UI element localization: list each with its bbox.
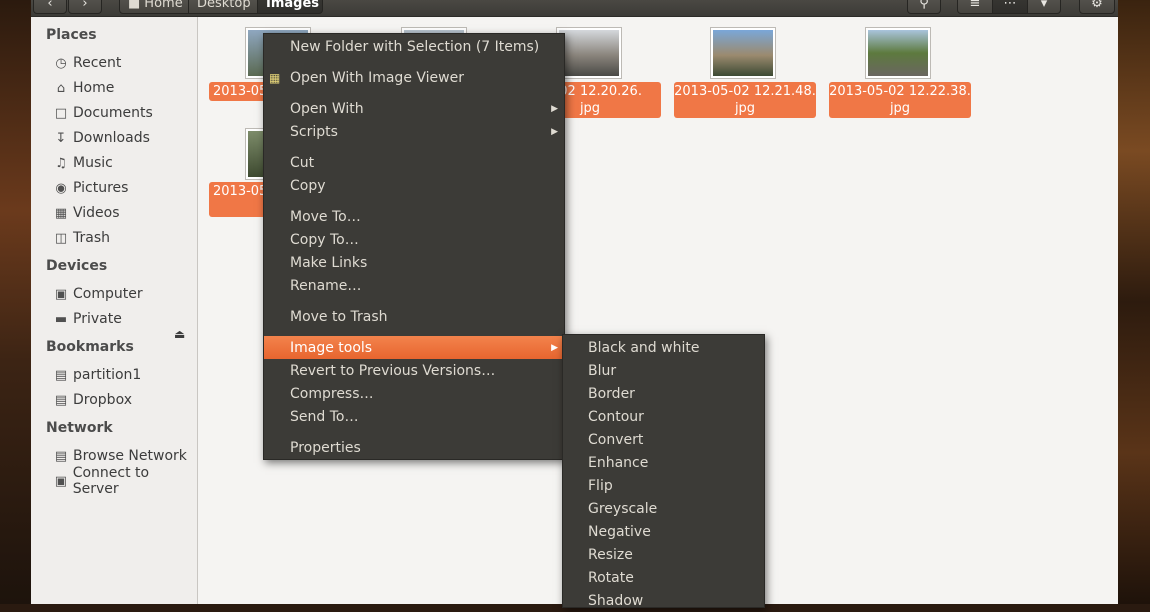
- submenu-item-contour[interactable]: Contour: [563, 405, 764, 428]
- network-icon: ▤: [54, 448, 68, 464]
- file-label[interactable]: 2013-05-02 12.22.38. jpg: [829, 82, 971, 118]
- menu-item-new-folder-with-selection[interactable]: New Folder with Selection (7 Items): [264, 35, 564, 58]
- submenu-item-black-and-white[interactable]: Black and white: [563, 336, 764, 359]
- breadcrumb-desktop[interactable]: Desktop: [188, 0, 258, 14]
- desktop-background-right: [1118, 0, 1150, 604]
- menu-item-cut[interactable]: Cut: [264, 151, 564, 174]
- back-button[interactable]: ‹: [33, 0, 67, 14]
- menu-item-move-to[interactable]: Move To…: [264, 205, 564, 228]
- sidebar-item-downloads[interactable]: ↧ Downloads: [53, 127, 150, 149]
- breadcrumb-images[interactable]: Images: [257, 0, 323, 14]
- gear-icon: ⚙: [1091, 0, 1103, 11]
- file-thumbnail[interactable]: [556, 27, 622, 79]
- toolbar: ‹ › ■ Home Desktop Images ⚲ ≡ ⋯ ▾ ⚙: [31, 0, 1118, 17]
- home-icon: ⌂: [56, 80, 66, 96]
- sidebar-item-recent[interactable]: ◷ Recent: [53, 52, 121, 74]
- list-view-icon: ≡: [969, 0, 981, 11]
- eject-icon[interactable]: ⏏: [174, 327, 185, 341]
- menu-item-send-to[interactable]: Send To…: [264, 405, 564, 428]
- submenu-item-convert[interactable]: Convert: [563, 428, 764, 451]
- menu-item-copy-to[interactable]: Copy To…: [264, 228, 564, 251]
- camera-icon: ◉: [55, 180, 67, 196]
- bookmarks-heading: Bookmarks: [46, 339, 134, 355]
- submenu-arrow-icon: ▶: [551, 103, 558, 114]
- file-thumbnail[interactable]: [865, 27, 931, 79]
- sidebar-item-home[interactable]: ⌂ Home: [53, 77, 114, 99]
- breadcrumb-home[interactable]: ■ Home: [119, 0, 189, 14]
- sidebar-item-computer[interactable]: ▣ Computer: [53, 283, 143, 305]
- chevron-left-icon: ‹: [47, 0, 53, 11]
- submenu-item-resize[interactable]: Resize: [563, 543, 764, 566]
- desktop-background-left: [0, 0, 31, 604]
- sidebar-item-pictures[interactable]: ◉ Pictures: [53, 177, 128, 199]
- sidebar-item-videos[interactable]: ▦ Videos: [53, 202, 120, 224]
- submenu-arrow-icon: ▶: [551, 126, 558, 137]
- sidebar: Places ◷ Recent ⌂ Home □ Documents ↧ Dow…: [31, 17, 198, 604]
- search-button[interactable]: ⚲: [907, 0, 941, 14]
- home-icon: ■: [128, 0, 141, 11]
- chevron-right-icon: ›: [82, 0, 88, 11]
- film-icon: ▦: [54, 205, 68, 221]
- menu-item-scripts[interactable]: Scripts ▶: [264, 120, 564, 143]
- submenu-arrow-icon: ▶: [551, 342, 558, 353]
- places-heading: Places: [46, 27, 97, 43]
- view-options-button[interactable]: ▾: [1027, 0, 1061, 14]
- submenu-item-rotate[interactable]: Rotate: [563, 566, 764, 589]
- search-icon: ⚲: [919, 0, 929, 11]
- network-heading: Network: [46, 420, 113, 436]
- menu-item-make-links[interactable]: Make Links: [264, 251, 564, 274]
- submenu-item-negative[interactable]: Negative: [563, 520, 764, 543]
- grid-view-button[interactable]: ⋯: [992, 0, 1028, 14]
- menu-item-copy[interactable]: Copy: [264, 174, 564, 197]
- sidebar-item-music[interactable]: ♫ Music: [53, 152, 113, 174]
- image-tools-submenu: Black and white Blur Border Contour Conv…: [562, 334, 765, 609]
- document-icon: □: [54, 105, 68, 121]
- list-view-button[interactable]: ≡: [957, 0, 993, 14]
- image-viewer-icon: ▦: [269, 70, 281, 85]
- menu-item-properties[interactable]: Properties: [264, 436, 564, 459]
- menu-item-move-to-trash[interactable]: Move to Trash: [264, 305, 564, 328]
- trash-icon: ◫: [54, 230, 68, 246]
- photo-thumbnail-image: [559, 30, 619, 76]
- file-label[interactable]: 2013-05-02 12.21.48. jpg: [674, 82, 816, 118]
- submenu-item-blur[interactable]: Blur: [563, 359, 764, 382]
- menu-item-revert-to-previous-versions[interactable]: Revert to Previous Versions…: [264, 359, 564, 382]
- submenu-item-border[interactable]: Border: [563, 382, 764, 405]
- sidebar-item-private[interactable]: ▬ Private: [53, 308, 122, 330]
- sidebar-item-partition1[interactable]: ▤ partition1: [53, 364, 141, 386]
- computer-icon: ▣: [54, 286, 68, 302]
- sidebar-item-documents[interactable]: □ Documents: [53, 102, 153, 124]
- clock-icon: ◷: [55, 55, 67, 71]
- server-icon: ▣: [54, 473, 67, 489]
- dropdown-icon: ▾: [1040, 0, 1048, 11]
- submenu-item-flip[interactable]: Flip: [563, 474, 764, 497]
- drive-icon: ▬: [54, 311, 68, 327]
- sidebar-item-dropbox[interactable]: ▤ Dropbox: [53, 389, 132, 411]
- submenu-item-shadow[interactable]: Shadow: [563, 589, 764, 612]
- submenu-item-greyscale[interactable]: Greyscale: [563, 497, 764, 520]
- photo-thumbnail-image: [713, 30, 773, 76]
- sidebar-item-connect-to-server[interactable]: ▣ Connect to Server: [53, 465, 197, 497]
- menu-item-image-tools[interactable]: Image tools ▶: [264, 336, 564, 359]
- menu-item-compress[interactable]: Compress…: [264, 382, 564, 405]
- folder-icon: ▤: [54, 367, 68, 383]
- context-menu: New Folder with Selection (7 Items) ▦ Op…: [263, 33, 565, 460]
- grid-view-icon: ⋯: [1003, 0, 1017, 11]
- menu-item-rename[interactable]: Rename…: [264, 274, 564, 297]
- music-icon: ♫: [55, 155, 67, 171]
- menu-item-open-with-image-viewer[interactable]: ▦ Open With Image Viewer: [264, 66, 564, 89]
- menu-item-open-with[interactable]: Open With ▶: [264, 97, 564, 120]
- sidebar-item-browse-network[interactable]: ▤ Browse Network: [53, 445, 187, 467]
- settings-button[interactable]: ⚙: [1079, 0, 1115, 14]
- download-icon: ↧: [55, 130, 67, 146]
- forward-button[interactable]: ›: [68, 0, 102, 14]
- folder-icon: ▤: [54, 392, 68, 408]
- sidebar-item-trash[interactable]: ◫ Trash: [53, 227, 110, 249]
- file-thumbnail[interactable]: [710, 27, 776, 79]
- photo-thumbnail-image: [868, 30, 928, 76]
- submenu-item-enhance[interactable]: Enhance: [563, 451, 764, 474]
- devices-heading: Devices: [46, 258, 108, 274]
